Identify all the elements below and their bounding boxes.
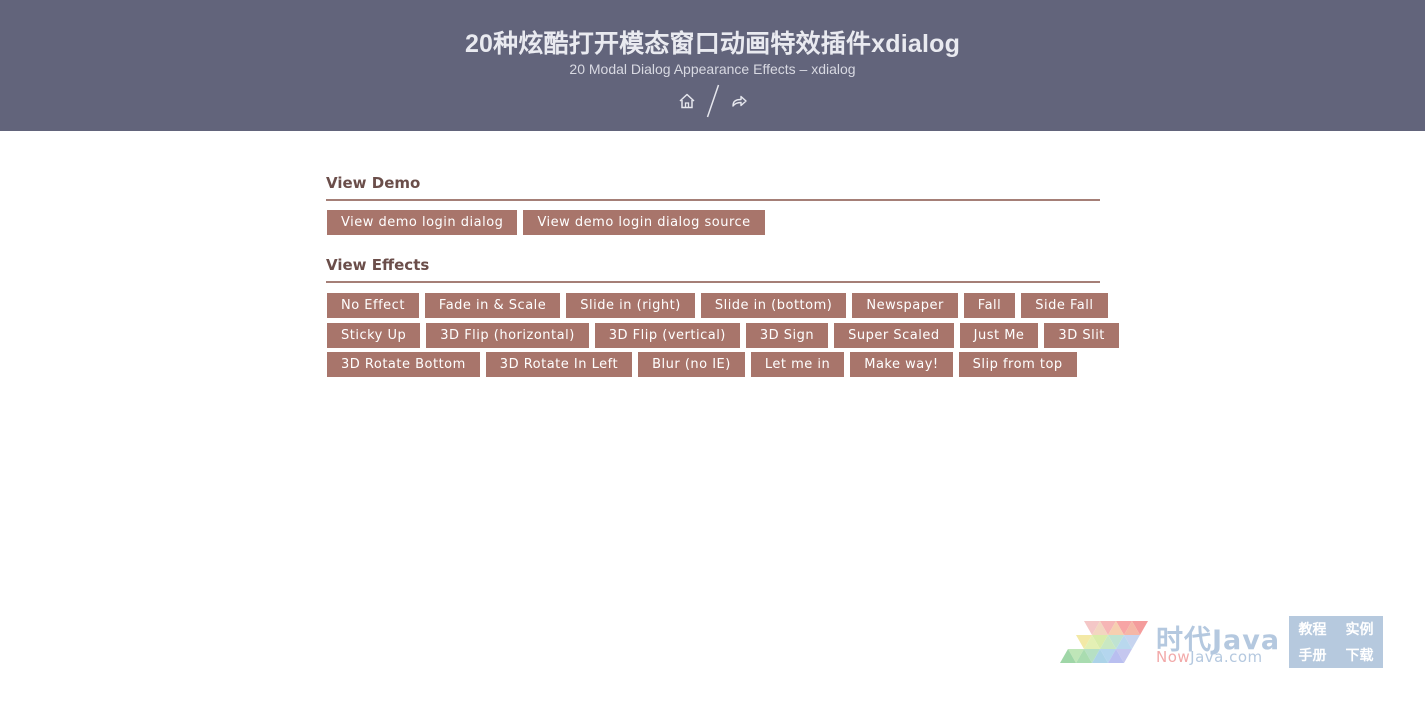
demo-section-divider: [326, 199, 1100, 201]
effect-let-me-in-button[interactable]: Let me in: [750, 352, 845, 377]
effect-3d-rotate-in-left-button[interactable]: 3D Rotate In Left: [485, 352, 633, 377]
home-icon[interactable]: [676, 90, 698, 112]
page-title: 20种炫酷打开模态窗口动画特效插件xdialog: [464, 30, 961, 58]
effect-just-me-button[interactable]: Just Me: [959, 323, 1039, 348]
logo-link-manual[interactable]: 手册: [1299, 645, 1327, 665]
effect-3d-flip-vertical-button[interactable]: 3D Flip (vertical): [594, 323, 740, 348]
effect-side-fall-button[interactable]: Side Fall: [1021, 293, 1108, 318]
effect-3d-sign-button[interactable]: 3D Sign: [745, 323, 829, 348]
effect-slip-from-top-button[interactable]: Slip from top: [958, 352, 1077, 377]
demo-buttons: View demo login dialog View demo login d…: [327, 210, 765, 235]
logo-domain-text: NowJava.com: [1156, 648, 1263, 666]
effect-slide-in-bottom-button[interactable]: Slide in (bottom): [700, 293, 847, 318]
effects-row-3: 3D Rotate Bottom 3D Rotate In Left Blur …: [327, 352, 1077, 377]
effect-no-effect-button[interactable]: No Effect: [327, 293, 419, 318]
logo-link-download[interactable]: 下载: [1346, 645, 1374, 665]
page-subtitle: 20 Modal Dialog Appearance Effects – xdi…: [569, 61, 856, 77]
effect-3d-rotate-bottom-button[interactable]: 3D Rotate Bottom: [327, 352, 480, 377]
effect-slide-in-right-button[interactable]: Slide in (right): [566, 293, 695, 318]
demo-section-title: View Demo: [326, 174, 421, 192]
effect-sticky-up-button[interactable]: Sticky Up: [327, 323, 421, 348]
effect-blur-button[interactable]: Blur (no IE): [638, 352, 745, 377]
nav-divider: [706, 84, 719, 118]
effect-3d-flip-horizontal-button[interactable]: 3D Flip (horizontal): [426, 323, 589, 348]
logo-links-box: 教程 实例 手册 下载: [1289, 616, 1383, 668]
nowjava-watermark[interactable]: 时代Java NowJava.com 教程 实例 手册 下载: [1060, 616, 1385, 670]
effect-super-scaled-button[interactable]: Super Scaled: [834, 323, 954, 348]
view-demo-login-dialog-button[interactable]: View demo login dialog: [327, 210, 518, 235]
effects-row-1: No Effect Fade in & Scale Slide in (righ…: [327, 293, 1108, 318]
effect-3d-slit-button[interactable]: 3D Slit: [1044, 323, 1119, 348]
logo-link-examples[interactable]: 实例: [1346, 619, 1374, 639]
effect-fall-button[interactable]: Fall: [963, 293, 1016, 318]
triangle-logo-icon: [1060, 621, 1148, 663]
logo-link-tutorial[interactable]: 教程: [1299, 619, 1327, 639]
effects-section-title: View Effects: [326, 256, 430, 274]
effect-newspaper-button[interactable]: Newspaper: [852, 293, 958, 318]
effect-make-way-button[interactable]: Make way!: [850, 352, 953, 377]
page-header: 20种炫酷打开模态窗口动画特效插件xdialog 20 Modal Dialog…: [0, 0, 1425, 131]
effects-row-2: Sticky Up 3D Flip (horizontal) 3D Flip (…: [327, 323, 1119, 348]
share-icon[interactable]: [728, 90, 750, 112]
header-nav: [0, 84, 1425, 118]
view-demo-login-dialog-source-button[interactable]: View demo login dialog source: [523, 210, 765, 235]
effect-fade-in-scale-button[interactable]: Fade in & Scale: [424, 293, 561, 318]
effects-section-divider: [326, 281, 1100, 283]
